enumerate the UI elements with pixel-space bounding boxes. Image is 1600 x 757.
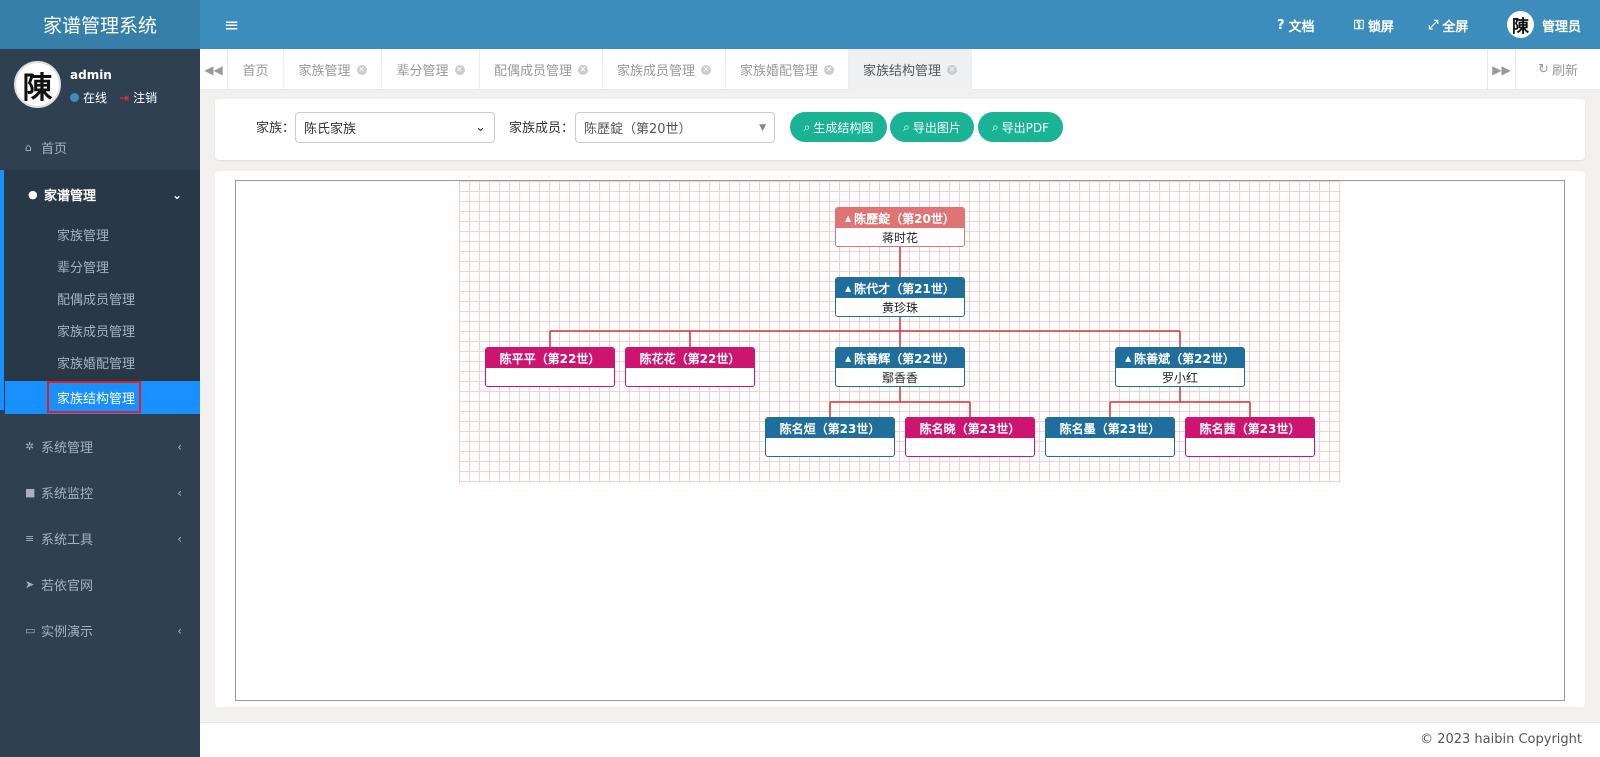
node-name: 陈名晓（第23世） [919, 421, 1021, 436]
tree-node-header: 陈名烜（第23世） [766, 418, 894, 438]
person-icon: ▴ [1125, 351, 1132, 365]
node-name: 陈善斌（第22世） [1134, 351, 1235, 366]
copyright-text: © 2023 haibin Copyright [1420, 732, 1582, 747]
node-spouse: 黄珍珠 [881, 301, 918, 315]
node-name: 陈名烜（第23世） [779, 421, 881, 436]
footer: © 2023 haibin Copyright [200, 722, 1600, 757]
node-name: 陈名墨（第23世） [1059, 421, 1161, 436]
node-name: 陈花花（第22世） [639, 351, 741, 366]
node-spouse [1046, 438, 1174, 456]
person-icon: ▴ [845, 211, 852, 225]
tree-node-header: 陈平平（第22世） [486, 348, 614, 368]
node-spouse: 罗小红 [1161, 371, 1198, 385]
node-name: 陈名茜（第23世） [1199, 421, 1301, 436]
node-name: 陈歷錠（第20世） [854, 211, 955, 226]
tree-node[interactable]: 陈名烜（第23世） [765, 417, 895, 457]
node-name: 陈善辉（第22世） [854, 351, 955, 366]
tree-node[interactable]: 陈名墨（第23世） [1045, 417, 1175, 457]
node-spouse [486, 368, 614, 386]
tree-node-header: ▴ 陈善斌（第22世） [1116, 348, 1244, 368]
tree-node-header: ▴ 陈歷錠（第20世） [836, 208, 964, 228]
node-spouse [626, 368, 754, 386]
tree-node-header: ▴ 陈善辉（第22世） [836, 348, 964, 368]
node-name: 陈平平（第22世） [499, 351, 601, 366]
node-spouse: 鄢香香 [881, 371, 918, 385]
node-name: 陈代才（第21世） [854, 281, 955, 296]
tree-node[interactable]: ▴ 陈善辉（第22世） 鄢香香 [835, 347, 965, 387]
tree-node-header: 陈名墨（第23世） [1046, 418, 1174, 438]
tree-node[interactable]: ▴ 陈善斌（第22世） 罗小红 [1115, 347, 1245, 387]
node-spouse [1186, 438, 1314, 456]
tree-node-header: 陈名茜（第23世） [1186, 418, 1314, 438]
tree-node[interactable]: ▴ 陈代才（第21世） 黄珍珠 [835, 277, 965, 317]
tree-node-header: 陈名晓（第23世） [906, 418, 1034, 438]
tree-connectors [549, 247, 1251, 417]
tree-node[interactable]: 陈名茜（第23世） [1185, 417, 1315, 457]
tree-node[interactable]: 陈平平（第22世） [485, 347, 615, 387]
tree-node-header: ▴ 陈代才（第21世） [836, 278, 964, 298]
node-spouse: 蒋时花 [881, 231, 918, 245]
tree-node-header: 陈花花（第22世） [626, 348, 754, 368]
node-spouse [906, 438, 1034, 456]
tree-node[interactable]: 陈花花（第22世） [625, 347, 755, 387]
tree-node[interactable]: 陈名晓（第23世） [905, 417, 1035, 457]
node-spouse [766, 438, 894, 456]
person-icon: ▴ [845, 281, 852, 295]
person-icon: ▴ [845, 351, 852, 365]
tree-node[interactable]: ▴ 陈歷錠（第20世） 蒋时花 [835, 207, 965, 247]
